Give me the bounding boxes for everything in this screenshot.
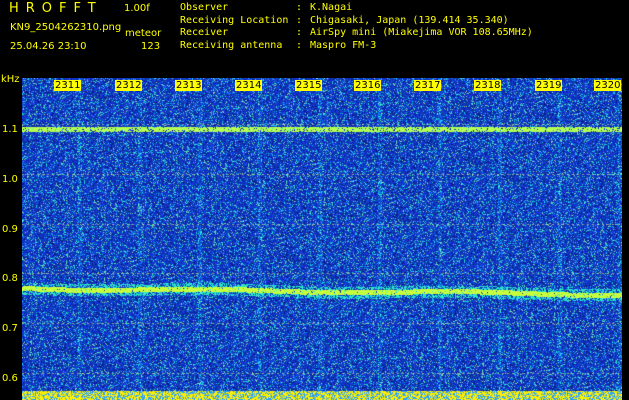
info-row-observer: Observer: K.Nagai <box>180 2 533 15</box>
count-label: 123 <box>141 41 161 52</box>
y-tick-label: 0.7 <box>2 323 18 334</box>
header-panel: HROFFT 1.00f KN9_2504262310.png meteor 2… <box>0 0 629 72</box>
x-tick-label: 2313 <box>175 80 203 91</box>
info-sep: : <box>296 39 303 51</box>
info-value: AirSpy mini (Miakejima VOR 108.65MHz) <box>310 27 533 38</box>
x-tick-label: 2314 <box>235 80 263 91</box>
datetime-label: 25.04.26 23:10 <box>10 41 87 52</box>
y-tick-label: 1.1 <box>2 124 18 135</box>
info-value: K.Nagai <box>310 2 353 13</box>
info-key: Receiver <box>180 27 229 38</box>
x-tick-label: 2318 <box>474 80 502 91</box>
app-title: HROFFT <box>9 1 103 16</box>
info-key: Observer <box>180 2 229 13</box>
y-tick-label: 0.8 <box>2 273 18 284</box>
info-sep: : <box>296 2 303 13</box>
x-tick-label: 2315 <box>295 80 323 91</box>
mode-label: meteor <box>125 28 162 39</box>
y-tick-label: 0.6 <box>2 373 18 384</box>
x-tick-label: 2312 <box>115 80 143 91</box>
y-axis-unit: kHz <box>1 74 20 85</box>
info-key: Receiving antenna <box>180 39 283 51</box>
info-value: Maspro FM-3 <box>310 39 377 51</box>
y-tick-label: 0.9 <box>2 224 18 235</box>
info-sep: : <box>296 27 303 38</box>
info-row-receiver: Receiver: AirSpy mini (Miakejima VOR 108.… <box>180 27 533 40</box>
info-key: Receiving Location <box>180 14 289 26</box>
spectrogram-plot[interactable] <box>22 78 622 400</box>
info-row-antenna: Receiving antenna: Maspro FM-3 <box>180 40 533 53</box>
x-tick-label: 2316 <box>354 80 382 91</box>
info-sep: : <box>296 14 303 26</box>
x-tick-label: 2319 <box>535 80 563 91</box>
y-tick-label: 1.0 <box>2 174 18 185</box>
version-label: 1.00f <box>124 3 150 14</box>
x-tick-label: 2317 <box>414 80 442 91</box>
info-value: Chigasaki, Japan (139.414 35.340) <box>310 14 509 26</box>
info-row-location: Receiving Location: Chigasaki, Japan (139… <box>180 15 533 28</box>
file-name: KN9_2504262310.png <box>10 22 122 33</box>
x-tick-label: 2320 <box>594 80 622 91</box>
station-info: Observer: K.Nagai Receiving Location: Chig… <box>180 2 533 52</box>
x-tick-label: 2311 <box>54 80 82 91</box>
